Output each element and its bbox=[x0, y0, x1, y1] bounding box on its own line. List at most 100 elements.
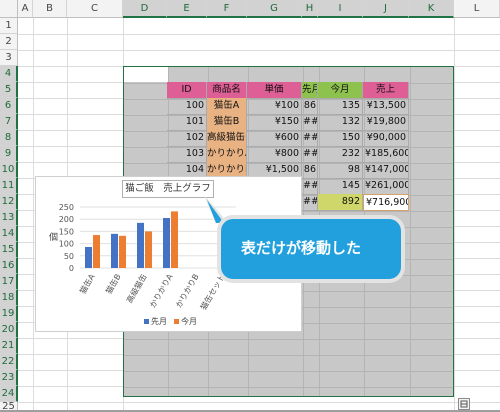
cell-this-month[interactable]: 132 bbox=[318, 114, 363, 131]
cell-id[interactable]: 103 bbox=[167, 146, 207, 163]
y-tick-label: 150 bbox=[59, 227, 74, 236]
cell-product[interactable]: 猫缶A bbox=[207, 98, 247, 115]
cell-sales[interactable]: ¥90,000 bbox=[363, 130, 409, 147]
row-header-14[interactable]: 14 bbox=[0, 226, 18, 242]
row-header-9[interactable]: 9 bbox=[0, 146, 18, 162]
row-header-3[interactable]: 3 bbox=[0, 50, 18, 66]
cell-price[interactable]: ¥150 bbox=[247, 114, 302, 131]
bar-last-month bbox=[163, 217, 170, 268]
row-header-18[interactable]: 18 bbox=[0, 290, 18, 306]
row-header-16[interactable]: 16 bbox=[0, 258, 18, 274]
header-last-month[interactable]: 先月 bbox=[302, 82, 318, 99]
column-header-b[interactable]: B bbox=[33, 0, 67, 18]
row-header-17[interactable]: 17 bbox=[0, 274, 18, 290]
cell-last-month[interactable]: 86 bbox=[302, 98, 318, 115]
active-cell[interactable] bbox=[124, 67, 168, 82]
column-header-j[interactable]: J bbox=[363, 0, 409, 18]
bar-this-month bbox=[119, 235, 126, 268]
cell-this-month[interactable]: 232 bbox=[318, 146, 363, 163]
x-tick-label: 猫缶B bbox=[103, 272, 122, 296]
row-header-20[interactable]: 20 bbox=[0, 322, 18, 338]
cell-price[interactable]: ¥100 bbox=[247, 98, 302, 115]
x-tick-label: かりかりA bbox=[148, 272, 175, 309]
row-header-24[interactable]: 24 bbox=[0, 386, 18, 402]
row-header-15[interactable]: 15 bbox=[0, 242, 18, 258]
header-product[interactable]: 商品名 bbox=[207, 82, 247, 99]
x-tick-label: 猫缶A bbox=[77, 272, 97, 296]
column-header-g[interactable]: G bbox=[247, 0, 302, 18]
row-header-7[interactable]: 7 bbox=[0, 114, 18, 130]
cell-sales[interactable]: ¥147,000 bbox=[363, 162, 409, 179]
cell-last-month[interactable]: 86 bbox=[302, 162, 318, 179]
callout-text: 表だけが移動した bbox=[241, 239, 362, 257]
cell-last-month[interactable]: ## bbox=[302, 178, 318, 195]
y-axis-label: 個 bbox=[49, 231, 58, 243]
y-tick-label: 0 bbox=[69, 264, 74, 273]
cell-price[interactable]: ¥800 bbox=[247, 146, 302, 163]
header-price[interactable]: 単価 bbox=[247, 82, 302, 99]
row-header-22[interactable]: 22 bbox=[0, 354, 18, 370]
row-header-11[interactable]: 11 bbox=[0, 178, 18, 194]
cell-product[interactable]: 猫缶B bbox=[207, 114, 247, 131]
bar-this-month bbox=[93, 235, 100, 268]
cell-this-month[interactable]: 135 bbox=[318, 98, 363, 115]
cell-sales[interactable]: ¥261,000 bbox=[363, 178, 409, 195]
total-sales[interactable]: ¥716,900 bbox=[363, 194, 409, 211]
callout-bubble: 表だけが移動した bbox=[221, 219, 401, 279]
legend-swatch bbox=[174, 319, 179, 324]
column-header-c[interactable]: C bbox=[67, 0, 123, 18]
header-this-month[interactable]: 今月 bbox=[318, 82, 363, 99]
x-tick-label: 高級猫缶 bbox=[124, 272, 149, 305]
row-header-2[interactable]: 2 bbox=[0, 34, 18, 50]
spreadsheet: A B C D E F G H I J K L 1 2 3 4 5 6 7 8 … bbox=[0, 0, 500, 412]
cell-last-month[interactable]: ## bbox=[302, 146, 318, 163]
total-this-month[interactable]: 892 bbox=[318, 194, 363, 211]
select-all-corner[interactable] bbox=[0, 0, 18, 18]
cell-last-month[interactable]: ## bbox=[302, 114, 318, 131]
cell-sales[interactable]: ¥185,600 bbox=[363, 146, 409, 163]
column-header-i[interactable]: I bbox=[318, 0, 363, 18]
cell-sales[interactable]: ¥13,500 bbox=[363, 98, 409, 115]
header-id[interactable]: ID bbox=[167, 82, 207, 99]
cell-id[interactable]: 100 bbox=[167, 98, 207, 115]
row-header-4[interactable]: 4 bbox=[0, 66, 18, 82]
row-header-19[interactable]: 19 bbox=[0, 306, 18, 322]
bar-last-month bbox=[111, 233, 118, 268]
cell-id[interactable]: 102 bbox=[167, 130, 207, 147]
cell-product[interactable]: 高級猫缶 bbox=[207, 130, 247, 147]
cell-sales[interactable]: ¥19,800 bbox=[363, 114, 409, 131]
column-header-d[interactable]: D bbox=[123, 0, 167, 18]
row-header-5[interactable]: 5 bbox=[0, 82, 18, 98]
column-header-h[interactable]: H bbox=[302, 0, 318, 18]
y-tick-label: 50 bbox=[64, 252, 74, 261]
row-header-23[interactable]: 23 bbox=[0, 370, 18, 386]
column-header-l[interactable]: L bbox=[454, 0, 500, 18]
bar-last-month bbox=[137, 222, 144, 268]
cell-this-month[interactable]: 98 bbox=[318, 162, 363, 179]
cell-price[interactable]: ¥600 bbox=[247, 130, 302, 147]
row-header-13[interactable]: 13 bbox=[0, 210, 18, 226]
x-tick-label: かりかりB bbox=[174, 273, 201, 310]
column-header-f[interactable]: F bbox=[207, 0, 247, 18]
row-header-12[interactable]: 12 bbox=[0, 194, 18, 210]
cell-last-month[interactable]: ## bbox=[302, 130, 318, 147]
bar-this-month bbox=[171, 211, 178, 268]
header-sales[interactable]: 売上 bbox=[363, 82, 409, 99]
row-header-10[interactable]: 10 bbox=[0, 162, 18, 178]
cell-id[interactable]: 101 bbox=[167, 114, 207, 131]
row-header-6[interactable]: 6 bbox=[0, 98, 18, 114]
cell-this-month[interactable]: 145 bbox=[318, 178, 363, 195]
legend-label: 先月 bbox=[151, 316, 167, 326]
column-header-a[interactable]: A bbox=[18, 0, 33, 18]
row-header-1[interactable]: 1 bbox=[0, 18, 18, 34]
cell-this-month[interactable]: 150 bbox=[318, 130, 363, 147]
y-tick-label: 250 bbox=[59, 203, 74, 212]
cell-product[interactable]: かりかりA bbox=[207, 146, 247, 163]
row-header-21[interactable]: 21 bbox=[0, 338, 18, 354]
total-last-month[interactable]: ## bbox=[302, 194, 318, 211]
y-tick-label: 200 bbox=[59, 215, 74, 224]
quick-analysis-icon[interactable] bbox=[458, 398, 470, 410]
column-header-k[interactable]: K bbox=[409, 0, 454, 18]
column-header-e[interactable]: E bbox=[167, 0, 207, 18]
row-header-8[interactable]: 8 bbox=[0, 130, 18, 146]
